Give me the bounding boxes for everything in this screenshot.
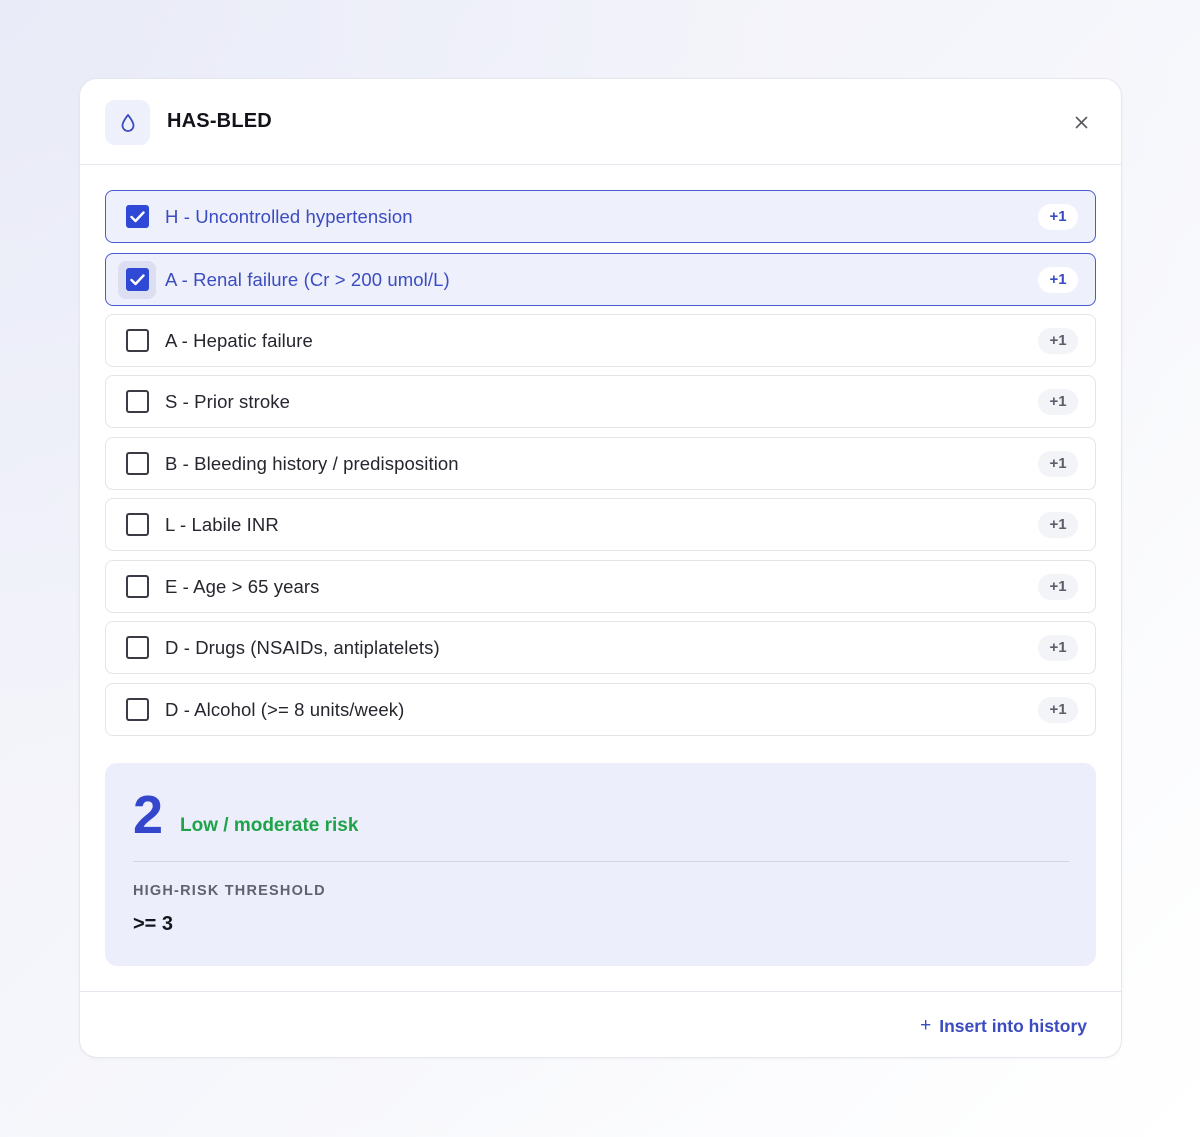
result-panel: 2 Low / moderate risk HIGH-RISK THRESHOL… — [105, 763, 1096, 966]
checkbox-wrap — [118, 629, 156, 667]
result-divider — [133, 861, 1069, 862]
checkbox[interactable] — [125, 575, 149, 598]
checkbox[interactable] — [125, 390, 149, 413]
checkbox[interactable] — [125, 452, 149, 475]
criterion-label: E - Age > 65 years — [165, 575, 320, 597]
score-value: 2 — [133, 785, 164, 845]
points-badge: +1 — [1038, 573, 1078, 600]
criterion-labile-inr[interactable]: L - Labile INR +1 — [105, 498, 1096, 551]
checkbox-wrap — [118, 322, 156, 360]
criterion-label: S - Prior stroke — [165, 390, 290, 412]
points-badge: +1 — [1038, 634, 1078, 661]
threshold-value: >= 3 — [133, 913, 174, 935]
points-badge: +1 — [1038, 511, 1078, 538]
criterion-age[interactable]: E - Age > 65 years +1 — [105, 560, 1096, 613]
criterion-prior-stroke[interactable]: S - Prior stroke +1 — [105, 375, 1096, 428]
plus-icon: + — [920, 1015, 932, 1036]
criterion-label: A - Renal failure (Cr > 200 umol/L) — [165, 268, 450, 290]
checkbox-wrap — [118, 568, 156, 606]
criterion-label: D - Drugs (NSAIDs, antiplatelets) — [165, 636, 440, 658]
points-badge: +1 — [1038, 327, 1078, 354]
close-icon[interactable] — [1069, 110, 1093, 134]
threshold-label: HIGH-RISK THRESHOLD — [133, 883, 326, 899]
checkbox-wrap — [118, 445, 156, 483]
criterion-uncontrolled-hypertension[interactable]: H - Uncontrolled hypertension +1 — [105, 190, 1096, 243]
insert-label: Insert into history — [939, 1015, 1087, 1036]
criterion-label: D - Alcohol (>= 8 units/week) — [165, 698, 405, 720]
criterion-label: L - Labile INR — [165, 513, 279, 535]
checkbox[interactable] — [125, 636, 149, 659]
points-badge: +1 — [1038, 388, 1078, 415]
footer-divider — [80, 991, 1121, 992]
checkbox-wrap — [118, 198, 156, 236]
points-badge: +1 — [1038, 450, 1078, 477]
modal-header: HAS-BLED — [80, 79, 1121, 165]
criterion-label: B - Bleeding history / predisposition — [165, 452, 459, 474]
checkbox-wrap — [118, 506, 156, 544]
checkbox-checked[interactable] — [125, 205, 149, 228]
checkbox[interactable] — [125, 329, 149, 352]
has-bled-modal: HAS-BLED H - Uncontrolled hypertension +… — [79, 78, 1122, 1058]
criterion-drugs[interactable]: D - Drugs (NSAIDs, antiplatelets) +1 — [105, 621, 1096, 674]
criterion-hepatic-failure[interactable]: A - Hepatic failure +1 — [105, 314, 1096, 367]
checkbox[interactable] — [125, 513, 149, 536]
criterion-label: A - Hepatic failure — [165, 329, 313, 351]
points-badge: +1 — [1038, 266, 1078, 293]
criterion-bleeding-history[interactable]: B - Bleeding history / predisposition +1 — [105, 437, 1096, 490]
risk-label: Low / moderate risk — [180, 815, 359, 836]
checkbox-wrap — [118, 383, 156, 421]
criterion-label: H - Uncontrolled hypertension — [165, 205, 413, 227]
modal-title: HAS-BLED — [167, 110, 272, 132]
checkbox-checked[interactable] — [125, 268, 149, 291]
checkbox-wrap — [118, 691, 156, 729]
insert-into-history-button[interactable]: + Insert into history — [920, 1013, 1087, 1039]
points-badge: +1 — [1038, 696, 1078, 723]
checkbox-wrap — [118, 260, 156, 299]
checkbox[interactable] — [125, 698, 149, 721]
criterion-alcohol[interactable]: D - Alcohol (>= 8 units/week) +1 — [105, 683, 1096, 736]
criterion-renal-failure[interactable]: A - Renal failure (Cr > 200 umol/L) +1 — [105, 253, 1096, 306]
droplet-icon — [105, 100, 150, 145]
points-badge: +1 — [1038, 203, 1078, 230]
